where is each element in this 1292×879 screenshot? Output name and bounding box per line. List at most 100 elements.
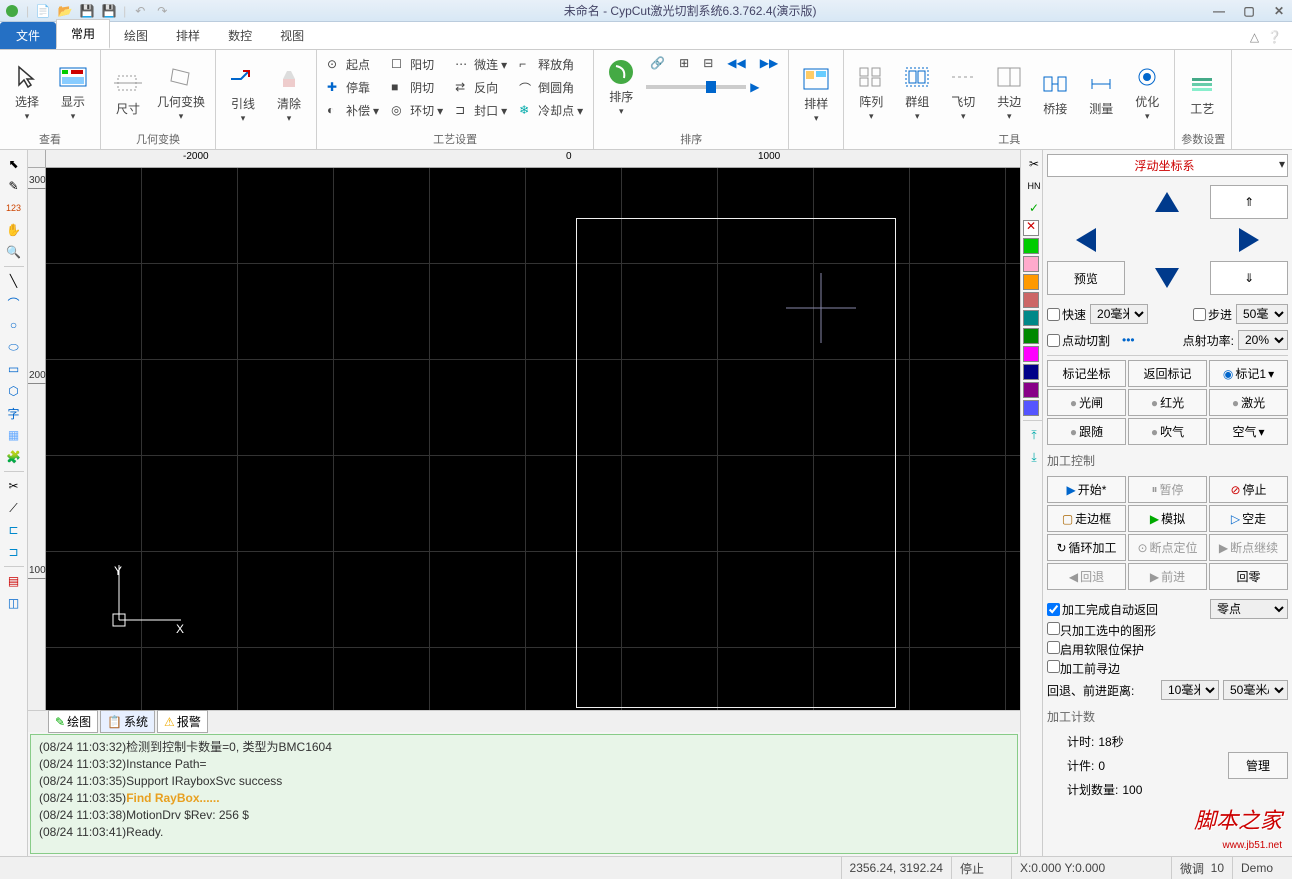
prev-icon[interactable]: ◀◀ [723,54,749,72]
z-down-button[interactable]: ⇓ [1210,261,1288,295]
loop-button[interactable]: ↻ 循环加工 [1047,534,1126,561]
circle-tool-icon[interactable]: ○ [3,315,25,335]
fast-select[interactable]: 20毫米 [1090,304,1148,324]
color-swatch[interactable] [1023,274,1039,290]
optimize-button[interactable]: 优化▾ [1126,54,1168,129]
drawing-canvas[interactable]: YX [46,168,1020,710]
tab-cnc[interactable]: 数控 [214,22,266,49]
mark-coord-button[interactable]: 标记坐标 [1047,360,1126,387]
log-tab-system[interactable]: 📋系统 [100,710,155,733]
number-tool-icon[interactable]: 123 [3,198,25,218]
minimize-button[interactable]: — [1210,4,1228,18]
seal-button[interactable]: ⊐封口 ▾ [451,100,511,121]
display-button[interactable]: 显示▾ [52,54,94,129]
leadline-button[interactable]: 引线▾ [222,54,264,133]
save-icon[interactable]: 💾 [79,3,95,19]
return-mark-button[interactable]: 返回标记 [1128,360,1207,387]
step-check[interactable]: 步进 [1193,306,1232,323]
arc-tool-icon[interactable]: ⌒ [3,293,25,313]
undo-icon[interactable]: ↶ [132,3,148,19]
color-swatch[interactable] [1023,238,1039,254]
path-tool[interactable]: ⊟ [699,54,717,72]
tab-file[interactable]: 文件 [0,22,56,49]
bp-locate-button[interactable]: ⊙断点定位 [1128,534,1207,561]
measure-button[interactable]: 测量 [1080,54,1122,129]
layer-tool-icon[interactable]: ▤ [3,571,25,591]
tab-draw[interactable]: 绘图 [110,22,162,49]
help-icon[interactable]: ❔ [1267,30,1282,44]
play-icon[interactable]: ▶ [750,80,759,94]
line-tool-icon[interactable]: ╲ [3,271,25,291]
size-button[interactable]: 尺寸 [107,54,149,129]
more-icon[interactable]: ••• [1122,333,1135,347]
trim-tool-icon[interactable]: ✂ [3,476,25,496]
startpoint-button[interactable]: ⊙起点 [323,54,383,75]
zero-select[interactable]: 零点 [1210,599,1288,619]
tab-view[interactable]: 视图 [266,22,318,49]
outer-cut-button[interactable]: ☐阳切 [387,54,447,75]
bridge-button[interactable]: 桥接 [1034,54,1076,129]
pause-button[interactable]: ⏸ 暂停 [1128,476,1207,503]
only-selected-check[interactable]: 只加工选中的图形 [1047,622,1288,639]
ellipse-tool-icon[interactable]: ⬭ [3,337,25,357]
home-button[interactable]: 回零 [1209,563,1288,590]
stop-button[interactable]: ⊘ 停止 [1209,476,1288,503]
jog-down-button[interactable] [1129,261,1207,295]
coord-system-select[interactable]: 浮动坐标系 ▾ [1047,154,1288,177]
extend-tool-icon[interactable]: ⟋ [3,498,25,518]
close-button[interactable]: ✕ [1270,4,1288,18]
color-swatch[interactable] [1023,364,1039,380]
app-icon[interactable] [4,3,20,19]
release-corner-button[interactable]: ⌐释放角 [515,54,587,75]
blow-button[interactable]: ● 吹气 [1128,418,1207,445]
status-fine[interactable]: 微调 10 [1171,857,1232,879]
log-tab-alarm[interactable]: ⚠报警 [157,710,208,733]
polygon-tool-icon[interactable]: ⬡ [3,381,25,401]
new-icon[interactable]: 📄 [35,3,51,19]
tab-common[interactable]: 常用 [56,19,110,49]
zoom-tool-icon[interactable]: 🔍 [3,242,25,262]
array-button[interactable]: 阵列▾ [850,54,892,129]
soft-limit-check[interactable]: 启用软限位保护 [1047,641,1288,658]
retreat-speed-select[interactable]: 50毫米/秒 [1223,680,1288,700]
save-as-icon[interactable]: 💾 [101,3,117,19]
fire-rate-select[interactable]: 20% [1238,330,1288,350]
puzzle-tool-icon[interactable]: 🧩 [3,447,25,467]
compensate-button[interactable]: ◐补偿 ▾ [323,100,383,121]
fast-check[interactable]: 快速 [1047,306,1086,323]
hatch-tool-icon[interactable]: ▦ [3,425,25,445]
node-tool-icon[interactable]: ✎ [3,176,25,196]
mark-select[interactable]: ◉ 标记1 ▾ [1209,360,1288,387]
fillet-button[interactable]: ⌒倒圆角 [515,77,587,98]
redlight-button[interactable]: ● 红光 [1128,389,1207,416]
color-swatch[interactable] [1023,256,1039,272]
inner-cut-button[interactable]: ■阴切 [387,77,447,98]
z-up-button[interactable]: ⇑ [1210,185,1288,219]
step-select[interactable]: 50毫米 [1236,304,1288,324]
nest-button[interactable]: 排样▾ [795,54,837,133]
start-button[interactable]: ▶ 开始* [1047,476,1126,503]
path-tool[interactable]: 🔗 [646,54,669,72]
open-icon[interactable]: 📂 [57,3,73,19]
sort-button[interactable]: 排序▾ [600,54,642,120]
dryrun-button[interactable]: ▷ 空走 [1209,505,1288,532]
color-swatch[interactable] [1023,346,1039,362]
reverse-button[interactable]: ⇄反向 [451,77,511,98]
geom-transform-button[interactable]: 几何变换▾ [153,54,209,129]
jog-left-button[interactable] [1047,223,1125,257]
maximize-button[interactable]: ▢ [1240,4,1258,18]
follow-button[interactable]: ● 跟随 [1047,418,1126,445]
cooling-button[interactable]: ❄冷却点 ▾ [515,100,587,121]
collapse-ribbon-icon[interactable]: △ [1250,30,1259,44]
misc-tool-icon[interactable]: ◫ [3,593,25,613]
auto-return-check[interactable]: 加工完成自动返回 [1047,601,1158,618]
color-swatch[interactable] [1023,328,1039,344]
process-button[interactable]: 工艺 [1181,54,1223,129]
retreat-dist-select[interactable]: 10毫米 [1161,680,1219,700]
color-swatch[interactable] [1023,382,1039,398]
color-swatch[interactable] [1023,310,1039,326]
manage-button[interactable]: 管理 [1228,752,1288,779]
jogcut-check[interactable]: 点动切割 [1047,332,1110,349]
forward-button[interactable]: ▶ 前进 [1128,563,1207,590]
slider-track[interactable] [646,85,746,89]
